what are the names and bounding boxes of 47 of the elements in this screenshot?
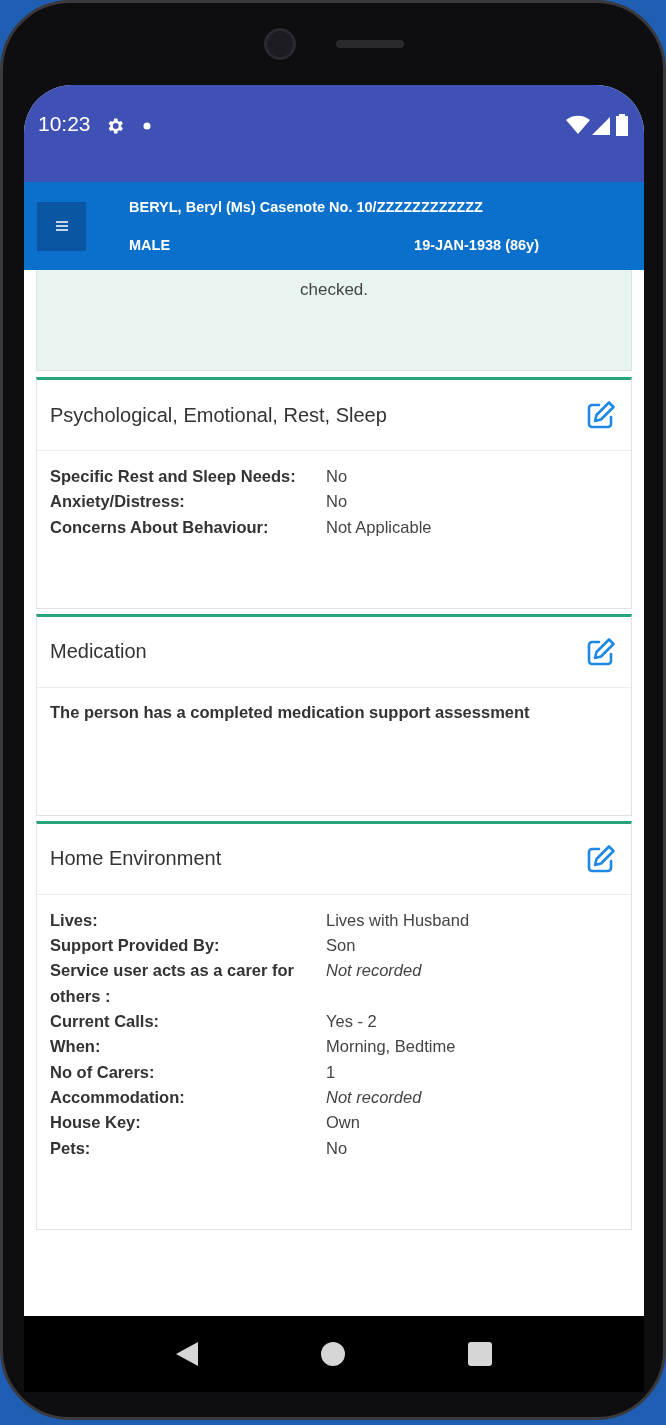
wifi-icon <box>566 115 590 135</box>
patient-gender: MALE <box>129 237 171 253</box>
field-value: Own <box>326 1112 361 1134</box>
field-label: Accommodation: <box>50 1086 186 1108</box>
field-value: Son <box>326 935 357 957</box>
field-value: Morning, Bedtime <box>326 1036 457 1058</box>
patient-dob: 19-JAN-1938 (86y) <box>414 237 539 253</box>
menu-button[interactable] <box>37 201 86 251</box>
field-value: No <box>326 1137 349 1159</box>
field-label: Current Calls: <box>50 1011 161 1033</box>
field-value: No <box>326 466 349 487</box>
back-icon[interactable] <box>175 1342 198 1366</box>
menu-icon <box>55 221 68 231</box>
field-value: Not recorded <box>326 1086 423 1108</box>
field-label: Lives: <box>50 909 99 931</box>
field-value: Lives with Husband <box>326 909 471 931</box>
speaker-grille <box>336 40 404 48</box>
home-icon[interactable] <box>321 1342 345 1366</box>
field-value: Yes - 2 <box>326 1011 378 1033</box>
patient-name: BERYL, Beryl (Ms) Casenote No. 10/ZZZZZZZZZZZZ <box>129 199 484 215</box>
field-label: Service user acts as a carer for others : <box>50 960 295 1007</box>
field-value: 1 <box>326 1061 337 1083</box>
field-value: Not Applicable <box>326 516 433 538</box>
field-label: Specific Rest and Sleep Needs: <box>50 466 297 487</box>
card-text: checked. <box>299 279 368 301</box>
card-title: Psychological, Emotional, Rest, Sleep <box>50 403 387 427</box>
field-label: House Key: <box>50 1112 142 1134</box>
camera-lens <box>264 28 296 60</box>
overview-icon[interactable] <box>468 1342 493 1366</box>
field-label: No of Carers: <box>50 1061 156 1083</box>
field-label: Concerns About Behaviour: <box>50 516 270 538</box>
notification-dot-icon <box>142 122 151 130</box>
field-label: Support Provided By: <box>50 935 221 957</box>
signal-icon <box>592 117 610 135</box>
field-value: No <box>326 491 349 513</box>
edit-icon[interactable] <box>585 842 617 875</box>
card-title: Home Environment <box>50 847 222 871</box>
statement-text: The person has a completed medication support assessment <box>50 701 531 723</box>
status-time: 10:23 <box>38 112 91 136</box>
field-value: Not recorded <box>326 960 423 982</box>
card-title: Medication <box>50 640 147 664</box>
edit-icon[interactable] <box>585 635 617 668</box>
battery-icon <box>616 114 628 136</box>
field-label: Pets: <box>50 1137 92 1159</box>
field-label: Anxiety/Distress: <box>50 491 186 513</box>
edit-icon[interactable] <box>585 399 617 431</box>
field-label: When: <box>50 1036 102 1058</box>
